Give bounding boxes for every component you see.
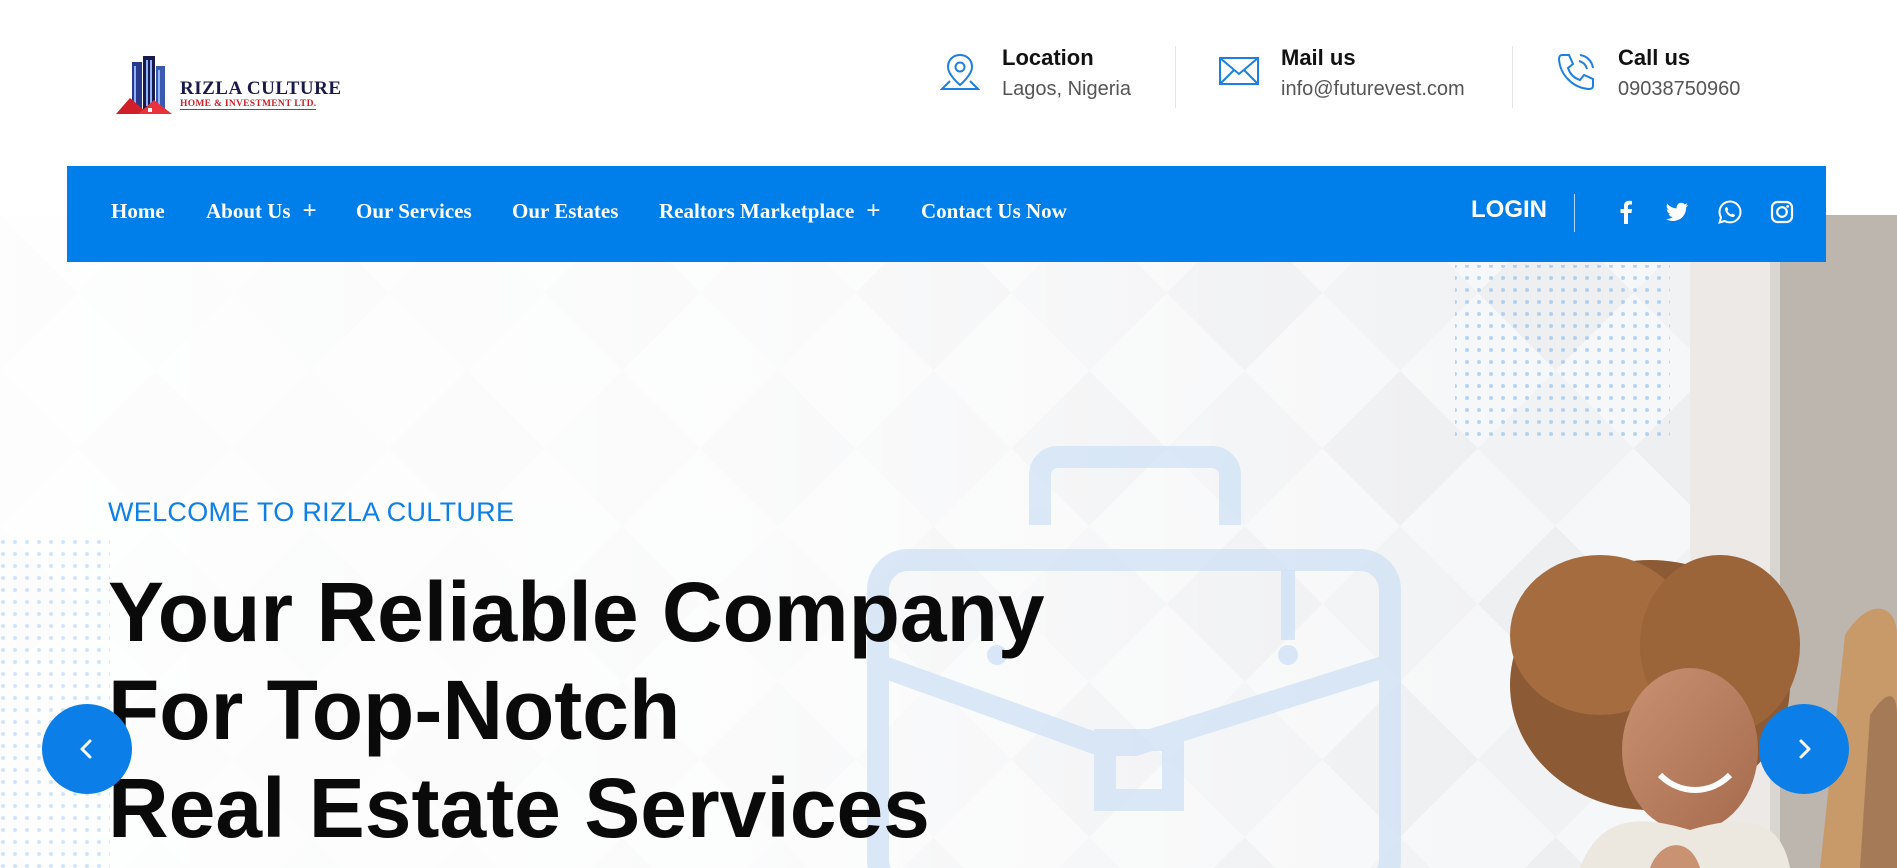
contact-phone: Call us 09038750960 [1554, 44, 1740, 110]
hero-headline: Your Reliable Company For Top-Notch Real… [108, 563, 1045, 857]
login-button[interactable]: LOGIN [1471, 196, 1547, 224]
contact-mail: Mail us info@futurevest.com [1217, 44, 1465, 110]
plus-icon: + [302, 197, 317, 224]
main-nav: Home About Us + Our Services Our Estates … [67, 166, 1826, 262]
logo-wordmark: RIZLA CULTURE [180, 78, 342, 99]
twitter-icon[interactable] [1664, 199, 1690, 225]
nav-label: Home [111, 199, 165, 223]
nav-item-home[interactable]: Home [111, 199, 165, 224]
headline-line: Real Estate Services [108, 761, 930, 855]
nav-label: Realtors Marketplace [659, 199, 855, 223]
phone-value[interactable]: 09038750960 [1618, 74, 1740, 104]
logo-mark-icon [116, 56, 172, 114]
nav-item-our-estates[interactable]: Our Estates [512, 199, 618, 224]
hero-slider: WELCOME TO RIZLA CULTURE Your Reliable C… [0, 215, 1897, 868]
chevron-left-icon [80, 739, 92, 759]
nav-label: Contact Us Now [921, 199, 1067, 223]
phone-label: Call us [1618, 45, 1691, 70]
contact-location: Location Lagos, Nigeria [938, 44, 1131, 110]
instagram-icon[interactable] [1769, 199, 1795, 225]
facebook-icon[interactable] [1613, 199, 1639, 225]
location-pin-icon [939, 53, 981, 90]
nav-label: Our Services [356, 199, 472, 223]
nav-item-realtors-marketplace[interactable]: Realtors Marketplace + [659, 199, 880, 224]
phone-icon [1557, 54, 1594, 91]
envelope-icon [1219, 57, 1259, 85]
divider [1512, 46, 1513, 108]
chevron-right-icon [1799, 739, 1811, 759]
nav-label: About Us [206, 199, 291, 223]
nav-label: Our Estates [512, 199, 619, 223]
location-value: Lagos, Nigeria [1002, 78, 1131, 100]
divider [1574, 194, 1575, 232]
headline-line: Your Reliable Company [108, 565, 1045, 659]
slider-next-button[interactable] [1759, 704, 1849, 794]
location-label: Location [1002, 45, 1094, 70]
mail-value[interactable]: info@futurevest.com [1281, 74, 1465, 104]
divider [1175, 46, 1176, 108]
hero-eyebrow: WELCOME TO RIZLA CULTURE [108, 497, 515, 527]
slider-prev-button[interactable] [42, 704, 132, 794]
logo-tagline: HOME & INVESTMENT LTD. [180, 99, 317, 110]
nav-item-our-services[interactable]: Our Services [356, 199, 472, 224]
nav-item-about-us[interactable]: About Us + [206, 199, 317, 224]
mail-label: Mail us [1281, 45, 1356, 70]
nav-item-contact-us-now[interactable]: Contact Us Now [921, 199, 1067, 224]
headline-line: For Top-Notch [108, 663, 681, 757]
whatsapp-icon[interactable] [1717, 199, 1743, 225]
company-logo[interactable]: RIZLA CULTURE HOME & INVESTMENT LTD. [114, 54, 341, 118]
plus-icon: + [866, 197, 881, 224]
